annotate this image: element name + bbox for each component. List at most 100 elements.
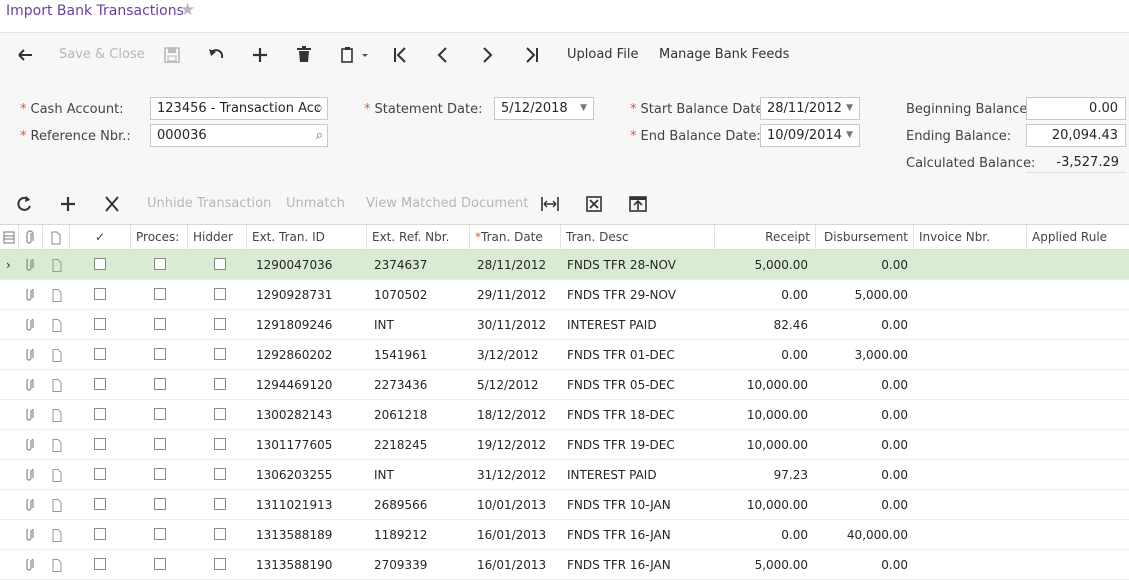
tran-desc-cell[interactable]: FNDS TFR 10-JAN	[567, 490, 715, 520]
hidden-checkbox[interactable]	[214, 378, 226, 390]
ext-ref-nbr-cell[interactable]: 2374637	[374, 250, 469, 280]
note-icon[interactable]	[52, 559, 62, 575]
select-checkbox[interactable]	[94, 438, 106, 450]
select-checkbox[interactable]	[94, 288, 106, 300]
tran-date-cell[interactable]: 10/01/2013	[477, 490, 561, 520]
receipt-cell[interactable]: 10,000.00	[715, 430, 808, 460]
tran-desc-cell[interactable]: FNDS TFR 16-JAN	[567, 520, 715, 550]
note-icon[interactable]	[52, 319, 62, 335]
back-button[interactable]	[16, 33, 34, 77]
tran-desc-cell[interactable]: FNDS TFR 19-DEC	[567, 430, 715, 460]
note-icon[interactable]	[52, 409, 62, 425]
chevron-down-icon[interactable]: ▼	[580, 98, 587, 119]
hidden-checkbox[interactable]	[214, 558, 226, 570]
table-row[interactable]: 1301177605 2218245 19/12/2012 FNDS TFR 19-D…	[0, 430, 1129, 460]
receipt-cell[interactable]: 10,000.00	[715, 400, 808, 430]
ext-tran-id-cell[interactable]: 1300282143	[256, 400, 366, 430]
hidden-checkbox[interactable]	[214, 348, 226, 360]
ext-ref-nbr-cell[interactable]: 1541961	[374, 340, 469, 370]
col-ext-tran-id-header[interactable]: Ext. Tran. ID	[247, 225, 367, 250]
ending-balance-field[interactable]: 20,094.43	[1026, 124, 1126, 147]
select-checkbox[interactable]	[94, 558, 106, 570]
upload-grid-button[interactable]	[629, 184, 647, 224]
table-row[interactable]: 1290928731 1070502 29/11/2012 FNDS TFR 29-N…	[0, 280, 1129, 310]
paperclip-icon[interactable]	[25, 467, 35, 485]
tran-desc-cell[interactable]: INTEREST PAID	[567, 460, 715, 490]
processed-checkbox[interactable]	[154, 408, 166, 420]
ext-ref-nbr-cell[interactable]: 2218245	[374, 430, 469, 460]
statement-date-field[interactable]: 5/12/2018 ▼	[494, 97, 594, 120]
tran-date-cell[interactable]: 31/12/2012	[477, 460, 561, 490]
tran-desc-cell[interactable]: FNDS TFR 18-DEC	[567, 400, 715, 430]
unmatch-button[interactable]: Unmatch	[286, 184, 345, 224]
start-balance-date-field[interactable]: 28/11/2012 ▼	[760, 97, 860, 120]
ext-tran-id-cell[interactable]: 1290928731	[256, 280, 366, 310]
ext-tran-id-cell[interactable]: 1294469120	[256, 370, 366, 400]
tran-desc-cell[interactable]: INTEREST PAID	[567, 310, 715, 340]
processed-checkbox[interactable]	[154, 318, 166, 330]
receipt-cell[interactable]: 82.46	[715, 310, 808, 340]
chevron-down-icon[interactable]: ▼	[846, 98, 853, 119]
note-icon[interactable]	[52, 529, 62, 545]
delete-button[interactable]	[297, 33, 311, 77]
undo-button[interactable]	[207, 33, 225, 77]
processed-checkbox[interactable]	[154, 258, 166, 270]
disbursement-cell[interactable]: 0.00	[816, 460, 908, 490]
next-record-button[interactable]	[480, 33, 494, 77]
select-checkbox[interactable]	[94, 528, 106, 540]
ext-ref-nbr-cell[interactable]: 2061218	[374, 400, 469, 430]
receipt-cell[interactable]: 0.00	[715, 340, 808, 370]
paperclip-icon[interactable]	[25, 407, 35, 425]
col-ext-ref-nbr-header[interactable]: Ext. Ref. Nbr.	[367, 225, 470, 250]
note-icon[interactable]	[52, 499, 62, 515]
save-button[interactable]	[164, 33, 180, 77]
receipt-cell[interactable]: 0.00	[715, 280, 808, 310]
processed-checkbox[interactable]	[154, 558, 166, 570]
beginning-balance-field[interactable]: 0.00	[1026, 97, 1126, 120]
hidden-checkbox[interactable]	[214, 468, 226, 480]
table-row[interactable]: › 1290047036 2374637 28/11/2012 FNDS TFR 28-…	[0, 250, 1129, 280]
paperclip-icon[interactable]	[25, 317, 35, 335]
disbursement-cell[interactable]: 0.00	[816, 250, 908, 280]
hidden-checkbox[interactable]	[214, 288, 226, 300]
col-receipt-header[interactable]: Receipt	[715, 225, 816, 250]
tran-desc-cell[interactable]: FNDS TFR 28-NOV	[567, 250, 715, 280]
receipt-cell[interactable]: 0.00	[715, 520, 808, 550]
receipt-cell[interactable]: 5,000.00	[715, 550, 808, 580]
cash-account-field[interactable]: 123456 - Transaction Acc ⌕	[150, 97, 328, 120]
table-row[interactable]: 1300282143 2061218 18/12/2012 FNDS TFR 18-D…	[0, 400, 1129, 430]
clipboard-menu-button[interactable]	[340, 33, 372, 77]
processed-checkbox[interactable]	[154, 468, 166, 480]
ext-tran-id-cell[interactable]: 1313588190	[256, 550, 366, 580]
tran-desc-cell[interactable]: FNDS TFR 01-DEC	[567, 340, 715, 370]
paperclip-icon[interactable]	[25, 497, 35, 515]
col-applied-rule-header[interactable]: Applied Rule	[1027, 225, 1129, 250]
ext-ref-nbr-cell[interactable]: INT	[374, 310, 469, 340]
search-icon[interactable]: ⌕	[316, 98, 323, 119]
processed-checkbox[interactable]	[154, 498, 166, 510]
tran-date-cell[interactable]: 30/11/2012	[477, 310, 561, 340]
previous-record-button[interactable]	[436, 33, 450, 77]
reference-nbr-field[interactable]: 000036 ⌕	[150, 124, 328, 147]
paperclip-icon[interactable]	[25, 437, 35, 455]
fit-columns-button[interactable]	[541, 184, 559, 224]
hidden-checkbox[interactable]	[214, 438, 226, 450]
first-record-button[interactable]	[392, 33, 408, 77]
ext-ref-nbr-cell[interactable]: 2273436	[374, 370, 469, 400]
select-checkbox[interactable]	[94, 408, 106, 420]
receipt-cell[interactable]: 10,000.00	[715, 370, 808, 400]
ext-ref-nbr-cell[interactable]: 1189212	[374, 520, 469, 550]
disbursement-cell[interactable]: 40,000.00	[816, 520, 908, 550]
search-icon[interactable]: ⌕	[316, 125, 323, 146]
ext-ref-nbr-cell[interactable]: 1070502	[374, 280, 469, 310]
select-checkbox[interactable]	[94, 378, 106, 390]
col-invoice-nbr-header[interactable]: Invoice Nbr.	[914, 225, 1027, 250]
select-checkbox[interactable]	[94, 318, 106, 330]
receipt-cell[interactable]: 10,000.00	[715, 490, 808, 520]
table-row[interactable]: 1292860202 1541961 3/12/2012 FNDS TFR 01-DE…	[0, 340, 1129, 370]
receipt-cell[interactable]: 5,000.00	[715, 250, 808, 280]
ext-tran-id-cell[interactable]: 1306203255	[256, 460, 366, 490]
table-row[interactable]: 1311021913 2689566 10/01/2013 FNDS TFR 10-J…	[0, 490, 1129, 520]
hidden-checkbox[interactable]	[214, 258, 226, 270]
disbursement-cell[interactable]: 0.00	[816, 370, 908, 400]
